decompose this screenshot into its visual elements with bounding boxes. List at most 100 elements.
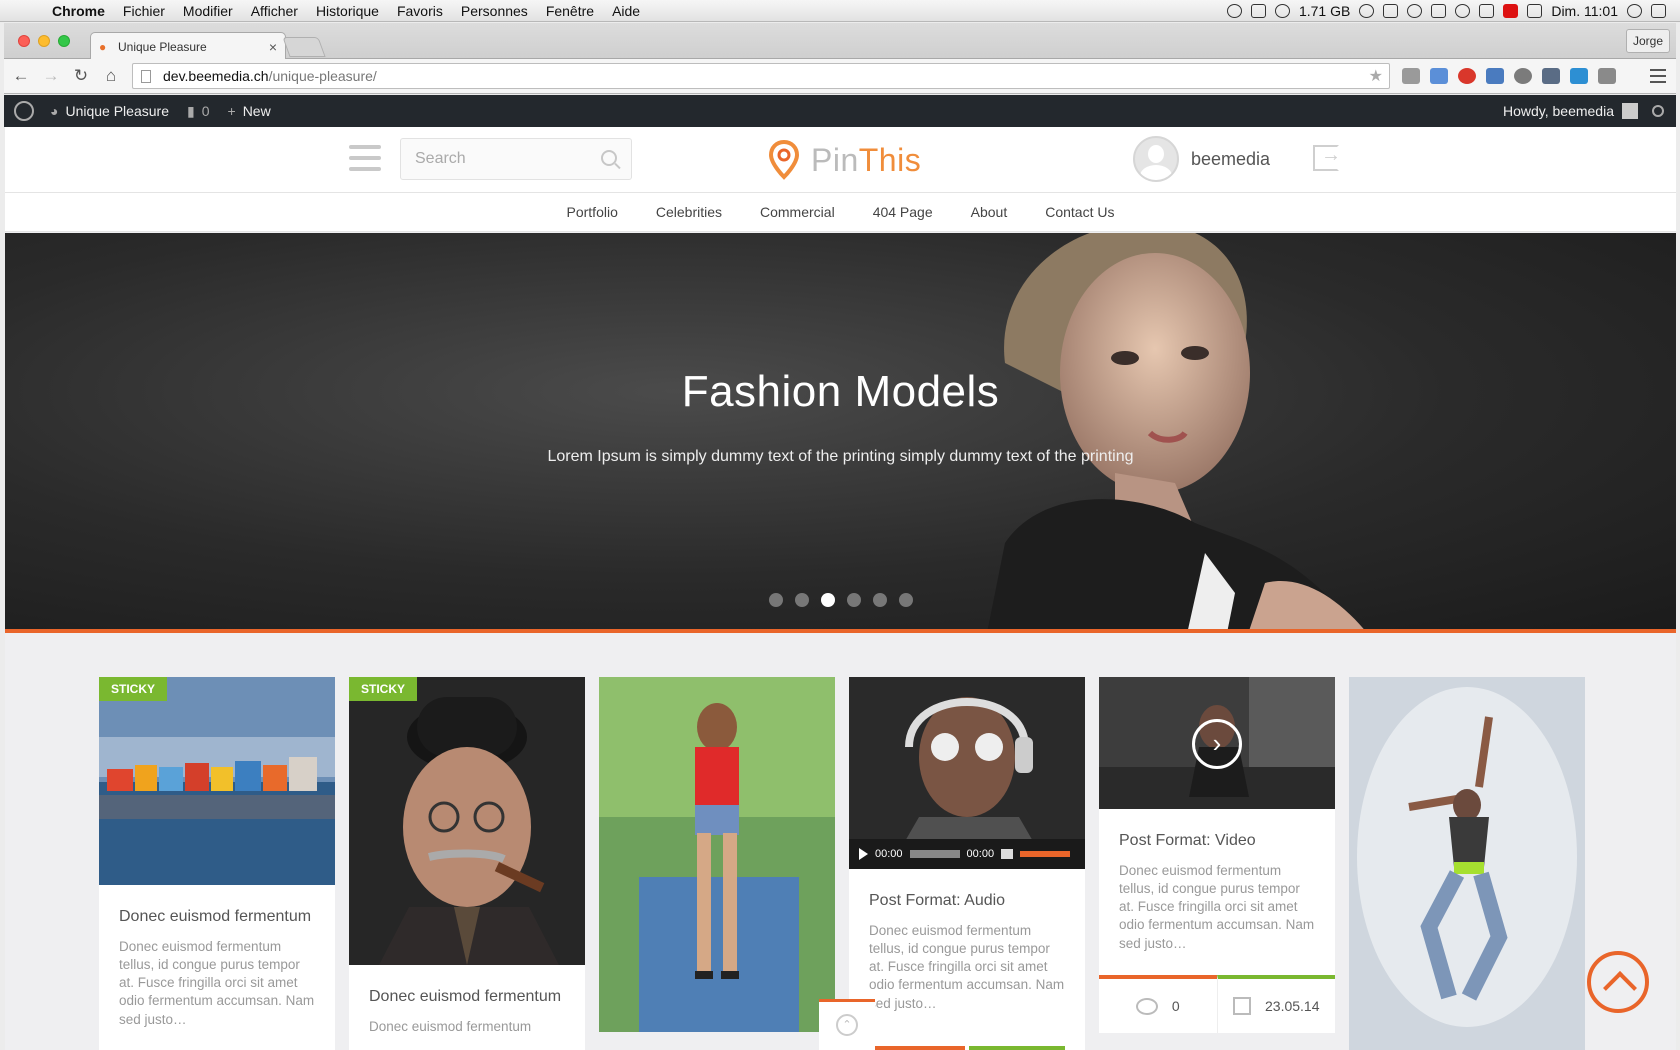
nav-404-page[interactable]: 404 Page [873, 204, 933, 220]
chrome-menu-icon[interactable] [1650, 69, 1666, 83]
app-status-icon[interactable] [1503, 3, 1519, 18]
notification-center-icon[interactable] [1651, 3, 1666, 18]
home-icon[interactable]: ⌂ [98, 63, 124, 89]
close-window-button[interactable] [18, 35, 30, 47]
hamburger-menu-icon[interactable] [349, 145, 381, 171]
wp-comments-link[interactable]: ▮ 0 [187, 103, 210, 120]
address-bar[interactable]: dev.beemedia.ch /unique-pleasure/ ★ [132, 63, 1390, 89]
post-image[interactable]: STICKY [99, 677, 335, 885]
close-tab-icon[interactable]: × [269, 39, 277, 55]
post-comments[interactable]: 0 [1099, 975, 1217, 1033]
notification-icon[interactable] [1226, 3, 1242, 18]
bluetooth-icon[interactable] [1431, 3, 1447, 18]
status-area: 1.71 GB Dim. 11:01 [1226, 3, 1680, 19]
post-image[interactable]: 00:00 00:00 [849, 677, 1085, 869]
extension-icon[interactable] [1402, 68, 1420, 84]
post-title[interactable]: Post Format: Audio [869, 891, 1065, 912]
menu-personnes[interactable]: Personnes [461, 3, 528, 19]
dropbox-icon[interactable] [1383, 3, 1399, 18]
post-card[interactable] [599, 677, 835, 1032]
volume-slider[interactable] [1020, 851, 1071, 857]
extension-icon[interactable] [1570, 68, 1588, 84]
tab-unique-pleasure[interactable]: ● Unique Pleasure × [90, 32, 286, 60]
volume-icon[interactable] [1527, 3, 1543, 18]
memory-readout[interactable]: 1.71 GB [1299, 3, 1350, 19]
nav-commercial[interactable]: Commercial [760, 204, 835, 220]
logout-icon[interactable] [1313, 144, 1341, 171]
extension-icon[interactable] [1598, 68, 1616, 84]
new-tab-button[interactable] [282, 37, 326, 57]
time-machine-icon[interactable] [1407, 3, 1423, 18]
post-card[interactable] [1349, 677, 1585, 1050]
wp-avatar[interactable] [1622, 103, 1638, 119]
messages-icon[interactable] [1250, 3, 1266, 18]
nav-celebrities[interactable]: Celebrities [656, 204, 722, 220]
wp-search-icon[interactable] [1652, 105, 1664, 117]
scroll-to-top-button[interactable] [1587, 951, 1649, 1013]
spotlight-icon[interactable] [1627, 3, 1642, 18]
menu-favoris[interactable]: Favoris [397, 3, 443, 19]
post-image[interactable] [599, 677, 835, 1032]
nav-contact-us[interactable]: Contact Us [1045, 204, 1114, 220]
extension-icon[interactable] [1486, 68, 1504, 84]
zoom-window-button[interactable] [58, 35, 70, 47]
audio-progress-slider[interactable] [909, 850, 960, 858]
extension-icon[interactable] [1458, 68, 1476, 84]
wp-new-link[interactable]: + New [228, 103, 271, 119]
play-icon[interactable] [859, 848, 868, 860]
profile-button[interactable]: Jorge [1626, 29, 1670, 53]
search-input[interactable]: Search [400, 138, 632, 180]
post-card[interactable]: › Post Format: Video Donec euismod ferme… [1099, 677, 1335, 1033]
extension-icon[interactable] [1542, 68, 1560, 84]
menu-historique[interactable]: Historique [316, 3, 379, 19]
nav-portfolio[interactable]: Portfolio [567, 204, 618, 220]
menu-app[interactable]: Chrome [52, 3, 105, 19]
clock[interactable]: Dim. 11:01 [1551, 3, 1618, 19]
extension-icon[interactable] [1430, 68, 1448, 84]
user-profile[interactable]: beemedia [1133, 136, 1270, 182]
post-image[interactable] [1349, 677, 1585, 1050]
wifi-icon[interactable] [1455, 3, 1471, 18]
post-card[interactable]: STICKY Donec euismod fermentum Donec eui… [349, 677, 585, 1050]
main-nav: Portfolio Celebrities Commercial 404 Pag… [5, 193, 1676, 232]
extension-icon[interactable] [1514, 68, 1532, 84]
menu-fenetre[interactable]: Fenêtre [546, 3, 594, 19]
back-icon[interactable]: ← [8, 63, 34, 89]
menu-afficher[interactable]: Afficher [251, 3, 298, 19]
menu-fichier[interactable]: Fichier [123, 3, 165, 19]
post-image[interactable]: STICKY [349, 677, 585, 965]
reload-icon[interactable]: ↻ [68, 63, 94, 89]
sync-icon[interactable] [1359, 3, 1375, 18]
volume-icon[interactable] [1001, 849, 1014, 859]
wordpress-logo-icon[interactable] [14, 101, 34, 121]
menu-modifier[interactable]: Modifier [183, 3, 233, 19]
hero-slider[interactable]: Fashion Models Lorem Ipsum is simply dum… [5, 233, 1676, 633]
nav-about[interactable]: About [971, 204, 1008, 220]
slider-dot[interactable] [872, 593, 887, 607]
post-card[interactable]: 00:00 00:00 Post Format: Audio Donec eui… [849, 677, 1085, 1050]
forward-icon[interactable]: → [38, 63, 64, 89]
menu-aide[interactable]: Aide [612, 3, 640, 19]
post-title[interactable]: Post Format: Video [1119, 831, 1315, 852]
slider-dot[interactable] [898, 593, 913, 607]
post-date[interactable]: 23.05.14 [1216, 975, 1335, 1033]
video-play-icon[interactable]: › [1192, 719, 1242, 769]
slider-dot[interactable] [768, 593, 783, 607]
site-logo[interactable]: PinThis [769, 138, 921, 182]
slider-dot[interactable] [794, 593, 809, 607]
post-title[interactable]: Donec euismod fermentum [119, 907, 315, 928]
post-image[interactable]: › [1099, 677, 1335, 809]
apple-icon[interactable] [20, 3, 38, 19]
wp-site-link[interactable]: ◕ Unique Pleasure [50, 103, 169, 119]
slider-dot-active[interactable] [820, 593, 835, 607]
wp-howdy[interactable]: Howdy, beemedia [1503, 103, 1614, 119]
battery-icon[interactable] [1479, 3, 1495, 18]
memory-icon[interactable] [1274, 3, 1290, 18]
post-card[interactable]: STICKY Donec euismod fermentum Donec eui… [99, 677, 335, 1050]
bookmark-star-icon[interactable]: ★ [1369, 66, 1383, 86]
search-icon[interactable] [601, 150, 617, 166]
minimize-window-button[interactable] [38, 35, 50, 47]
load-more-button[interactable]: ⌃ [819, 999, 875, 1050]
slider-dot[interactable] [846, 593, 861, 607]
post-title[interactable]: Donec euismod fermentum [369, 987, 565, 1008]
